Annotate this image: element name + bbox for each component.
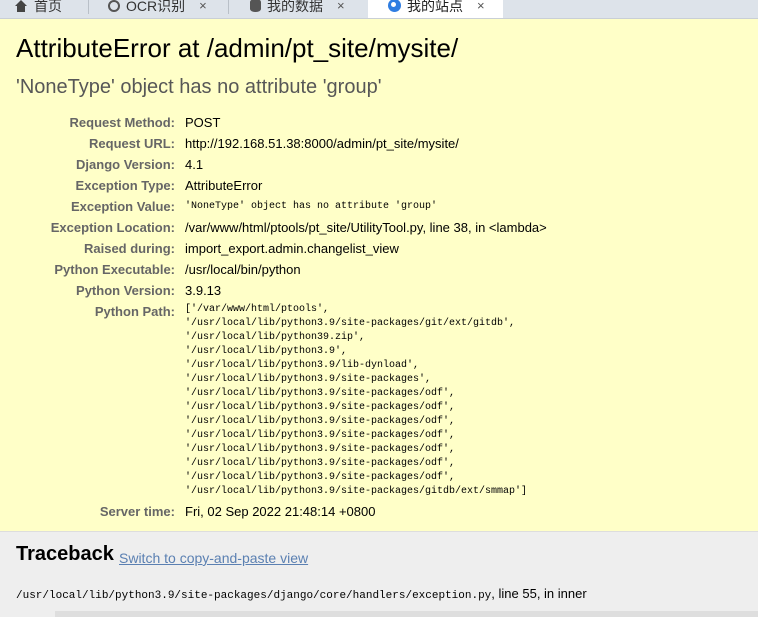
meta-label: Request URL: xyxy=(89,136,175,151)
meta-row-exception-location: Exception Location: /var/www/html/ptools… xyxy=(0,217,758,238)
database-icon xyxy=(250,0,261,12)
python-path-line: '/usr/local/lib/python3.9/site-packages/… xyxy=(185,430,456,441)
meta-label: Exception Location: xyxy=(50,220,175,235)
tab-ocr[interactable]: OCR识别 × xyxy=(108,0,207,18)
meta-value: POST xyxy=(185,115,221,130)
circle-icon xyxy=(108,0,120,12)
error-title: AttributeError at /admin/pt_site/mysite/ xyxy=(16,33,459,63)
python-path-line: '/usr/local/lib/python3.9/lib-dynload', xyxy=(185,360,420,371)
meta-value: 3.9.13 xyxy=(185,283,222,298)
meta-value: /usr/local/bin/python xyxy=(185,262,301,277)
meta-value: 4.1 xyxy=(185,157,204,172)
meta-value: Fri, 02 Sep 2022 21:48:14 +0800 xyxy=(185,504,376,519)
traceback-frame[interactable]: /usr/local/lib/python3.9/site-packages/d… xyxy=(16,586,587,602)
python-path-line: '/usr/local/lib/python3.9/site-packages/… xyxy=(185,402,456,413)
meta-row-python-executable: Python Executable: /usr/local/bin/python xyxy=(0,259,758,280)
meta-label: Server time: xyxy=(99,504,175,519)
python-path-line: '/usr/local/lib/python3.9/site-packages'… xyxy=(185,374,432,385)
meta-label: Python Path: xyxy=(94,304,175,319)
meta-row-request-url: Request URL: http://192.168.51.38:8000/a… xyxy=(0,133,758,154)
tab-bar: 首页 OCR识别 × 我的数据 × 我的站点 × xyxy=(0,0,758,19)
tab-ocr-label: OCR识别 xyxy=(126,0,186,14)
python-path-line: '/usr/local/lib/python3.9/site-packages/… xyxy=(185,458,456,469)
meta-value: 'NoneType' object has no attribute 'grou… xyxy=(185,201,438,212)
tab-my-sites[interactable]: 我的站点 × xyxy=(368,0,503,18)
python-path-line: '/usr/local/lib/python3.9/site-packages/… xyxy=(185,416,456,427)
close-icon[interactable]: × xyxy=(199,0,207,13)
meta-label: Request Method: xyxy=(69,115,175,130)
frame-location: , line 55, in inner xyxy=(491,586,587,601)
python-path-line: '/usr/local/lib/python3.9/site-packages/… xyxy=(185,472,456,483)
close-icon[interactable]: × xyxy=(477,0,485,13)
meta-row-django-version: Django Version: 4.1 xyxy=(0,154,758,175)
tab-my-sites-label: 我的站点 xyxy=(407,0,463,14)
error-summary: AttributeError at /admin/pt_site/mysite/… xyxy=(0,19,758,532)
meta-label: Django Version: xyxy=(76,157,175,172)
meta-label: Python Version: xyxy=(76,283,175,298)
meta-value: AttributeError xyxy=(185,178,263,193)
error-message: 'NoneType' object has no attribute 'grou… xyxy=(16,76,382,98)
traceback-heading: Traceback xyxy=(16,543,114,565)
python-path-line: '/usr/local/lib/python3.9/site-packages/… xyxy=(185,318,516,329)
meta-row-python-version: Python Version: 3.9.13 xyxy=(0,280,758,301)
python-path-line: '/usr/local/lib/python3.9/site-packages/… xyxy=(185,486,528,497)
meta-value: http://192.168.51.38:8000/admin/pt_site/… xyxy=(185,136,459,151)
tab-my-data-label: 我的数据 xyxy=(267,0,323,14)
traceback-section: Traceback Switch to copy-and-paste view … xyxy=(0,532,758,617)
tab-home[interactable]: 首页 xyxy=(14,0,62,18)
meta-value: import_export.admin.changelist_view xyxy=(185,241,399,256)
meta-label: Raised during: xyxy=(83,241,175,256)
meta-label: Exception Type: xyxy=(75,178,175,193)
python-path-line: '/usr/local/lib/python3.9/site-packages/… xyxy=(185,444,456,455)
home-icon xyxy=(14,0,28,12)
meta-row-raised-during: Raised during: import_export.admin.chang… xyxy=(0,238,758,259)
meta-row-server-time: Server time: Fri, 02 Sep 2022 21:48:14 +… xyxy=(0,501,758,522)
python-path-line: '/usr/local/lib/python3.9/site-packages/… xyxy=(185,388,456,399)
python-path-line: '/usr/local/lib/python39.zip', xyxy=(185,332,366,343)
code-context xyxy=(55,611,758,617)
close-icon[interactable]: × xyxy=(337,0,345,13)
meta-row-request-method: Request Method: POST xyxy=(0,112,758,133)
python-path-line: '/usr/local/lib/python3.9', xyxy=(185,346,348,357)
meta-value: /var/www/html/ptools/pt_site/UtilityTool… xyxy=(185,220,547,235)
tab-home-label: 首页 xyxy=(34,0,62,14)
frame-file-path: /usr/local/lib/python3.9/site-packages/d… xyxy=(16,590,492,602)
globe-icon xyxy=(388,0,401,12)
meta-label: Python Executable: xyxy=(54,262,175,277)
meta-row-exception-value: Exception Value: 'NoneType' object has n… xyxy=(0,196,758,217)
meta-label: Exception Value: xyxy=(70,199,175,214)
meta-row-exception-type: Exception Type: AttributeError xyxy=(0,175,758,196)
switch-view-link[interactable]: Switch to copy-and-paste view xyxy=(119,550,308,566)
tab-my-data[interactable]: 我的数据 × xyxy=(250,0,345,18)
python-path-line: ['/var/www/html/ptools', xyxy=(185,304,330,315)
python-path-list: ['/var/www/html/ptools', '/usr/local/lib… xyxy=(185,303,527,499)
